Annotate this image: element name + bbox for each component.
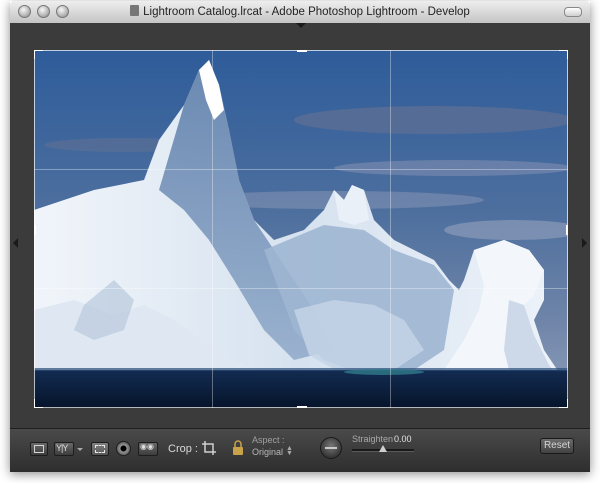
- window-title-text: Lightroom Catalog.lrcat - Adobe Photosho…: [143, 6, 470, 18]
- crop-label: Crop :: [168, 443, 198, 455]
- crop-handle-bottom[interactable]: [297, 406, 307, 408]
- crop-handle-bottom-right[interactable]: [559, 399, 568, 408]
- straighten-label: Straighten: [352, 434, 394, 444]
- crop-handle-left[interactable]: [34, 225, 36, 235]
- crop-handle-bottom-left[interactable]: [34, 399, 43, 408]
- crop-overlay-button[interactable]: [91, 442, 109, 456]
- aspect-label: Aspect :: [252, 435, 285, 445]
- red-eye-button[interactable]: [138, 442, 158, 456]
- window-title: Lightroom Catalog.lrcat - Adobe Photosho…: [10, 5, 590, 18]
- crop-handle-top[interactable]: [297, 50, 307, 52]
- reset-button[interactable]: Reset: [540, 438, 574, 454]
- crop-handle-right[interactable]: [566, 225, 568, 235]
- lightroom-window: Lightroom Catalog.lrcat - Adobe Photosho…: [10, 1, 590, 472]
- develop-toolbar: Crop : Aspect : Original ▲▼ Straighten 0…: [10, 428, 590, 472]
- crop-handle-top-left[interactable]: [34, 50, 43, 59]
- straighten-slider-thumb[interactable]: [379, 445, 387, 452]
- straighten-level-icon[interactable]: [320, 437, 342, 459]
- develop-workspace: [10, 23, 590, 428]
- right-panel-toggle-icon[interactable]: [582, 238, 587, 248]
- left-panel-toggle-icon[interactable]: [13, 238, 18, 248]
- lock-icon[interactable]: [232, 440, 244, 456]
- crop-frame[interactable]: [34, 50, 568, 408]
- loupe-view-button[interactable]: [30, 442, 48, 456]
- top-panel-toggle-icon[interactable]: [296, 23, 306, 28]
- crop-frame-icon[interactable]: [202, 441, 216, 455]
- photo-canvas[interactable]: [34, 50, 568, 408]
- document-icon: [130, 5, 140, 16]
- crop-handle-top-right[interactable]: [559, 50, 568, 59]
- before-after-button[interactable]: [54, 442, 74, 456]
- straighten-value[interactable]: 0.00: [394, 434, 412, 444]
- spot-removal-button[interactable]: [116, 441, 131, 456]
- title-bar[interactable]: Lightroom Catalog.lrcat - Adobe Photosho…: [10, 1, 590, 24]
- aspect-dropdown[interactable]: Original: [252, 447, 283, 457]
- aspect-dropdown-arrows-icon[interactable]: ▲ ▼: [286, 445, 293, 457]
- before-after-dropdown-icon[interactable]: [77, 448, 83, 451]
- toolbar-toggle-button[interactable]: [564, 7, 582, 17]
